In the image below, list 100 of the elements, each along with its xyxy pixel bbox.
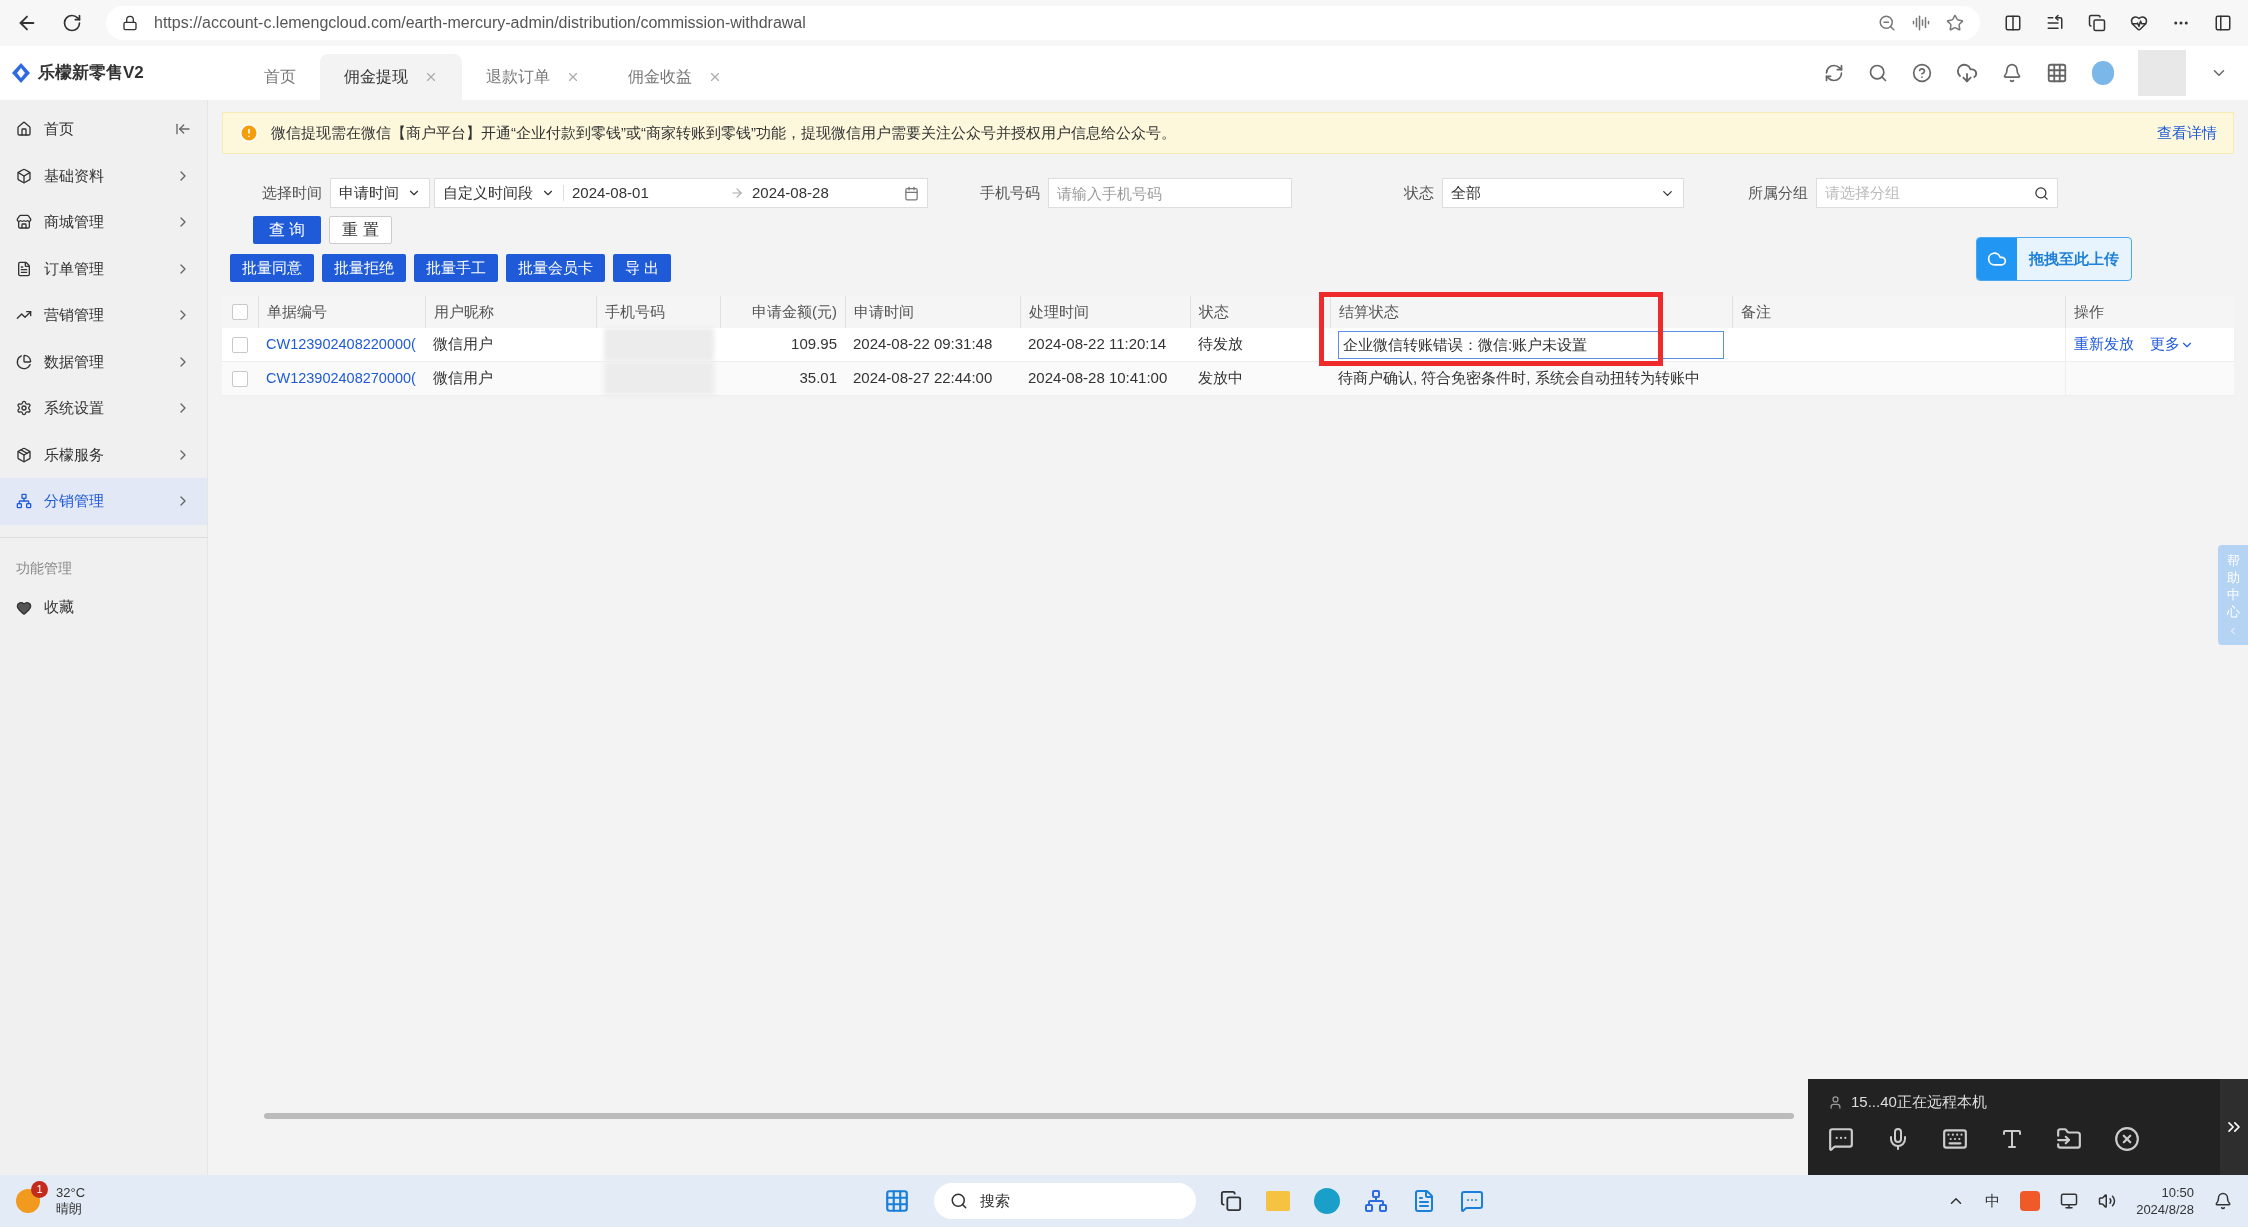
sidebar-icon[interactable] bbox=[2214, 14, 2232, 32]
task-view-icon[interactable] bbox=[1220, 1190, 1242, 1212]
heart-icon bbox=[16, 599, 32, 616]
sidebar-item[interactable]: 基础资料 bbox=[0, 152, 207, 199]
column-header: 申请金额(元) bbox=[752, 301, 837, 322]
favorites-icon[interactable] bbox=[2046, 14, 2064, 32]
address-bar[interactable]: https://account-c.lemengcloud.com/earth-mercury-admin/distribution/commission-withdrawal bbox=[106, 6, 1980, 40]
table-cell-text: 微信用户 bbox=[432, 368, 494, 389]
cloud-icon bbox=[1987, 249, 2007, 269]
menu-icon bbox=[16, 353, 32, 370]
arrow-icon bbox=[730, 186, 744, 200]
batch-button[interactable]: 导 出 bbox=[613, 254, 672, 282]
sidebar-item[interactable]: 分销管理 bbox=[0, 478, 207, 525]
folder-transfer-icon[interactable] bbox=[2056, 1125, 2082, 1152]
checkbox[interactable] bbox=[232, 370, 248, 387]
search-icon[interactable] bbox=[2034, 185, 2049, 201]
search-icon bbox=[950, 1192, 968, 1210]
zoom-out-icon[interactable] bbox=[1878, 14, 1896, 32]
batch-button[interactable]: 批量拒绝 bbox=[322, 254, 406, 282]
checkbox[interactable] bbox=[232, 304, 248, 320]
app-icon[interactable] bbox=[1364, 1189, 1388, 1213]
menu-icon bbox=[16, 446, 32, 463]
order-link[interactable]: CW123902408270000( bbox=[266, 370, 416, 387]
network-icon[interactable] bbox=[2060, 1192, 2079, 1210]
status-select[interactable]: 全部 bbox=[1442, 178, 1684, 208]
volume-icon[interactable] bbox=[2098, 1192, 2117, 1210]
checkbox[interactable] bbox=[232, 336, 248, 353]
input-method-icon[interactable] bbox=[2020, 1191, 2041, 1211]
health-icon[interactable] bbox=[2130, 14, 2148, 32]
table-cell-text: 微信用户 bbox=[432, 334, 494, 355]
cloud-download-icon[interactable] bbox=[1956, 62, 1978, 84]
star-icon[interactable] bbox=[1946, 14, 1964, 32]
more-link[interactable]: 更多 bbox=[2150, 333, 2194, 356]
sidebar-item[interactable]: 商城管理 bbox=[0, 199, 207, 246]
reload-icon[interactable] bbox=[62, 13, 82, 33]
time-type-select[interactable]: 申请时间 bbox=[330, 178, 430, 208]
column-header: 状态 bbox=[1199, 301, 1229, 322]
table-row[interactable]: CW123902408270000( 微信用户 35.01 2024-08-27 22:44:00 2024-08-28 10:41:00 发放中 待商户确认, 符合免密条件时, 系统会自动扭转为转账中 bbox=[222, 362, 2234, 396]
page-tab[interactable]: 佣金收益 bbox=[604, 54, 746, 100]
sidebar-item[interactable]: 订单管理 bbox=[0, 245, 207, 292]
table-cell-text: 35.01 bbox=[798, 368, 838, 389]
resend-link[interactable]: 重新发放 bbox=[2074, 333, 2134, 356]
page-tab[interactable]: 佣金提现 bbox=[320, 54, 462, 100]
menu-icon bbox=[16, 121, 32, 138]
table-row[interactable]: CW123902408220000( 微信用户 109.95 2024-08-22 09:31:48 2024-08-22 11:20:14 待发放 企业微信转账错误：微信:账户未设置 重新发放 更多 bbox=[222, 328, 2234, 362]
table-cell-text: 2024-08-27 22:44:00 bbox=[852, 368, 994, 389]
table-cell-text: 待商户确认, 符合免密条件时, 系统会自动扭转为转账中 bbox=[1337, 368, 1701, 389]
notepad-icon[interactable] bbox=[1412, 1189, 1436, 1213]
details-link[interactable]: 查看详情 bbox=[2157, 121, 2217, 145]
sidebar-item[interactable]: 系统设置 bbox=[0, 385, 207, 432]
batch-button[interactable]: 批量手工 bbox=[414, 254, 498, 282]
browser-icon[interactable] bbox=[1314, 1188, 1340, 1214]
upload-button[interactable]: 拖拽至此上传 bbox=[1976, 237, 2132, 281]
order-link[interactable]: CW123902408220000( bbox=[266, 336, 416, 353]
split-screen-icon[interactable] bbox=[2004, 14, 2022, 32]
refresh-icon[interactable] bbox=[1824, 63, 1844, 83]
read-aloud-icon[interactable] bbox=[1912, 14, 1930, 32]
filter-label: 选择时间 bbox=[262, 182, 322, 203]
date-range-picker[interactable]: 自定义时间段 2024-08-01 2024-08-28 bbox=[434, 178, 928, 208]
sidebar-item[interactable]: 首页 bbox=[0, 106, 207, 153]
query-button[interactable]: 查 询 bbox=[253, 216, 322, 244]
help-icon[interactable] bbox=[1912, 63, 1932, 83]
collections-icon[interactable] bbox=[2088, 14, 2106, 32]
sidebar-item[interactable]: 营销管理 bbox=[0, 292, 207, 339]
calendar-icon[interactable] bbox=[904, 185, 919, 201]
sidebar-item[interactable]: 收藏 bbox=[0, 586, 207, 629]
user-icon bbox=[1828, 1094, 1843, 1110]
column-header: 备注 bbox=[1741, 301, 1771, 322]
logo-icon bbox=[12, 63, 30, 83]
bell-icon[interactable] bbox=[2002, 63, 2022, 83]
notification-icon[interactable] bbox=[2214, 1192, 2232, 1210]
warning-icon bbox=[239, 123, 259, 143]
column-header: 操作 bbox=[2074, 301, 2104, 322]
start-icon[interactable] bbox=[884, 1188, 910, 1214]
taskbar-search[interactable]: 搜索 bbox=[934, 1183, 1196, 1219]
reset-button[interactable]: 重 置 bbox=[329, 216, 392, 244]
menu-icon bbox=[16, 493, 32, 510]
settlement-field[interactable]: 企业微信转账错误：微信:账户未设置 bbox=[1338, 330, 1724, 359]
batch-button[interactable]: 批量会员卡 bbox=[506, 254, 605, 282]
menu-icon bbox=[16, 400, 32, 417]
brand-name: 乐檬新零售V2 bbox=[38, 62, 144, 85]
phone-input[interactable]: 请输入手机号码 bbox=[1048, 178, 1292, 208]
apps-grid-icon[interactable] bbox=[2046, 62, 2068, 84]
menu-icon bbox=[16, 214, 32, 231]
ime-indicator[interactable]: 中 bbox=[1985, 1189, 2001, 1213]
page-tab[interactable]: 首页 bbox=[240, 54, 320, 100]
sidebar-item[interactable]: 乐檬服务 bbox=[0, 431, 207, 478]
sidebar-item[interactable]: 数据管理 bbox=[0, 338, 207, 385]
page-tab[interactable]: 退款订单 bbox=[462, 54, 604, 100]
menu-icon bbox=[16, 167, 32, 184]
column-header: 手机号码 bbox=[605, 301, 665, 322]
search-icon[interactable] bbox=[1868, 63, 1888, 83]
close-icon[interactable] bbox=[2114, 1125, 2140, 1152]
filter-label: 所属分组 bbox=[1748, 182, 1808, 203]
horizontal-scrollbar[interactable] bbox=[264, 1113, 1794, 1119]
lock-icon bbox=[122, 15, 138, 31]
table-cell-text: 待发放 bbox=[1197, 334, 1244, 355]
url-text: https://account-c.lemengcloud.com/earth-mercury-admin/distribution/commission-withdrawal bbox=[154, 13, 806, 33]
chat-icon[interactable] bbox=[1828, 1125, 1854, 1152]
batch-button[interactable]: 批量同意 bbox=[230, 254, 314, 282]
